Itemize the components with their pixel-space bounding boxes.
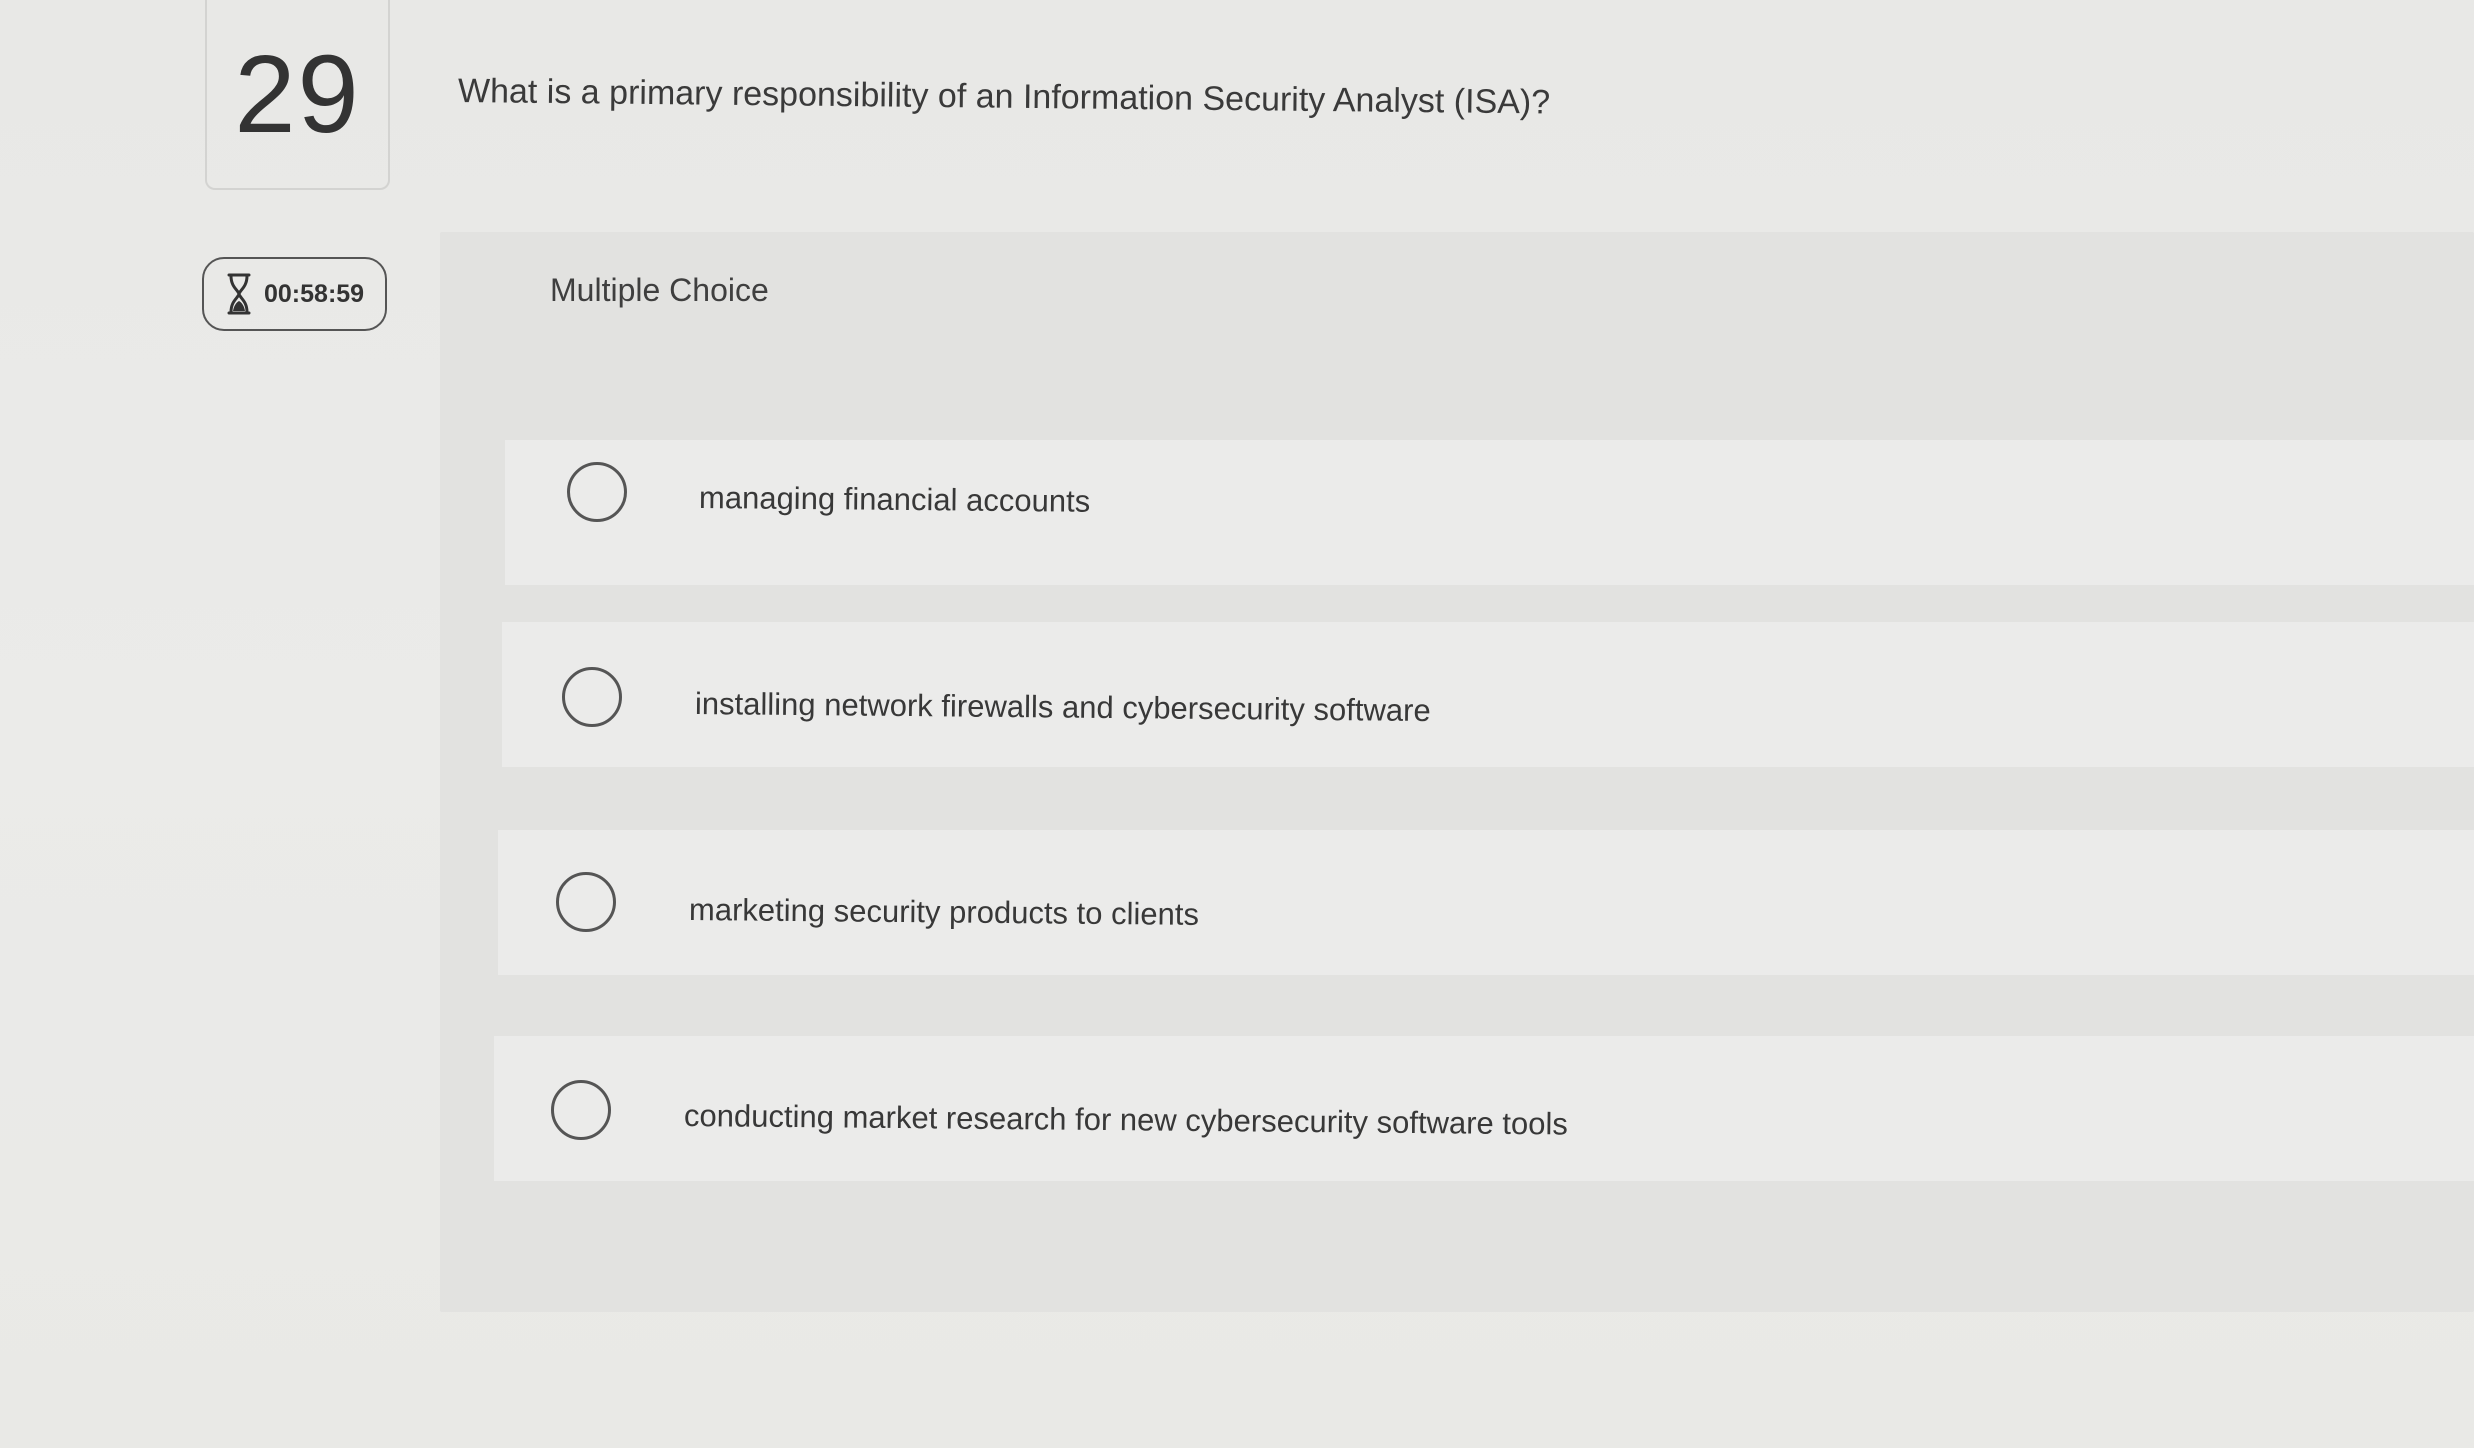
radio-button[interactable] bbox=[551, 1080, 611, 1140]
timer-value: 00:58:59 bbox=[264, 279, 365, 308]
question-number-box: 29 bbox=[205, 0, 390, 190]
answer-option-4[interactable]: conducting market research for new cyber… bbox=[494, 1036, 2474, 1181]
question-text: What is a primary responsibility of an I… bbox=[457, 72, 1551, 122]
radio-button[interactable] bbox=[562, 667, 622, 727]
answer-option-2[interactable]: installing network firewalls and cyberse… bbox=[502, 622, 2474, 767]
answer-option-label: installing network firewalls and cyberse… bbox=[694, 686, 1431, 729]
answer-option-1[interactable]: managing financial accounts bbox=[505, 440, 2474, 585]
radio-button[interactable] bbox=[567, 462, 627, 522]
timer-badge: 00:58:59 bbox=[202, 257, 387, 331]
answer-option-label: marketing security products to clients bbox=[688, 892, 1200, 932]
answer-option-label: conducting market research for new cyber… bbox=[683, 1098, 1569, 1142]
answer-option-3[interactable]: marketing security products to clients bbox=[498, 830, 2474, 975]
question-type-label: Multiple Choice bbox=[550, 272, 769, 308]
hourglass-icon bbox=[227, 273, 251, 315]
radio-button[interactable] bbox=[556, 872, 616, 932]
question-number: 29 bbox=[234, 32, 361, 156]
answer-option-label: managing financial accounts bbox=[698, 480, 1091, 519]
